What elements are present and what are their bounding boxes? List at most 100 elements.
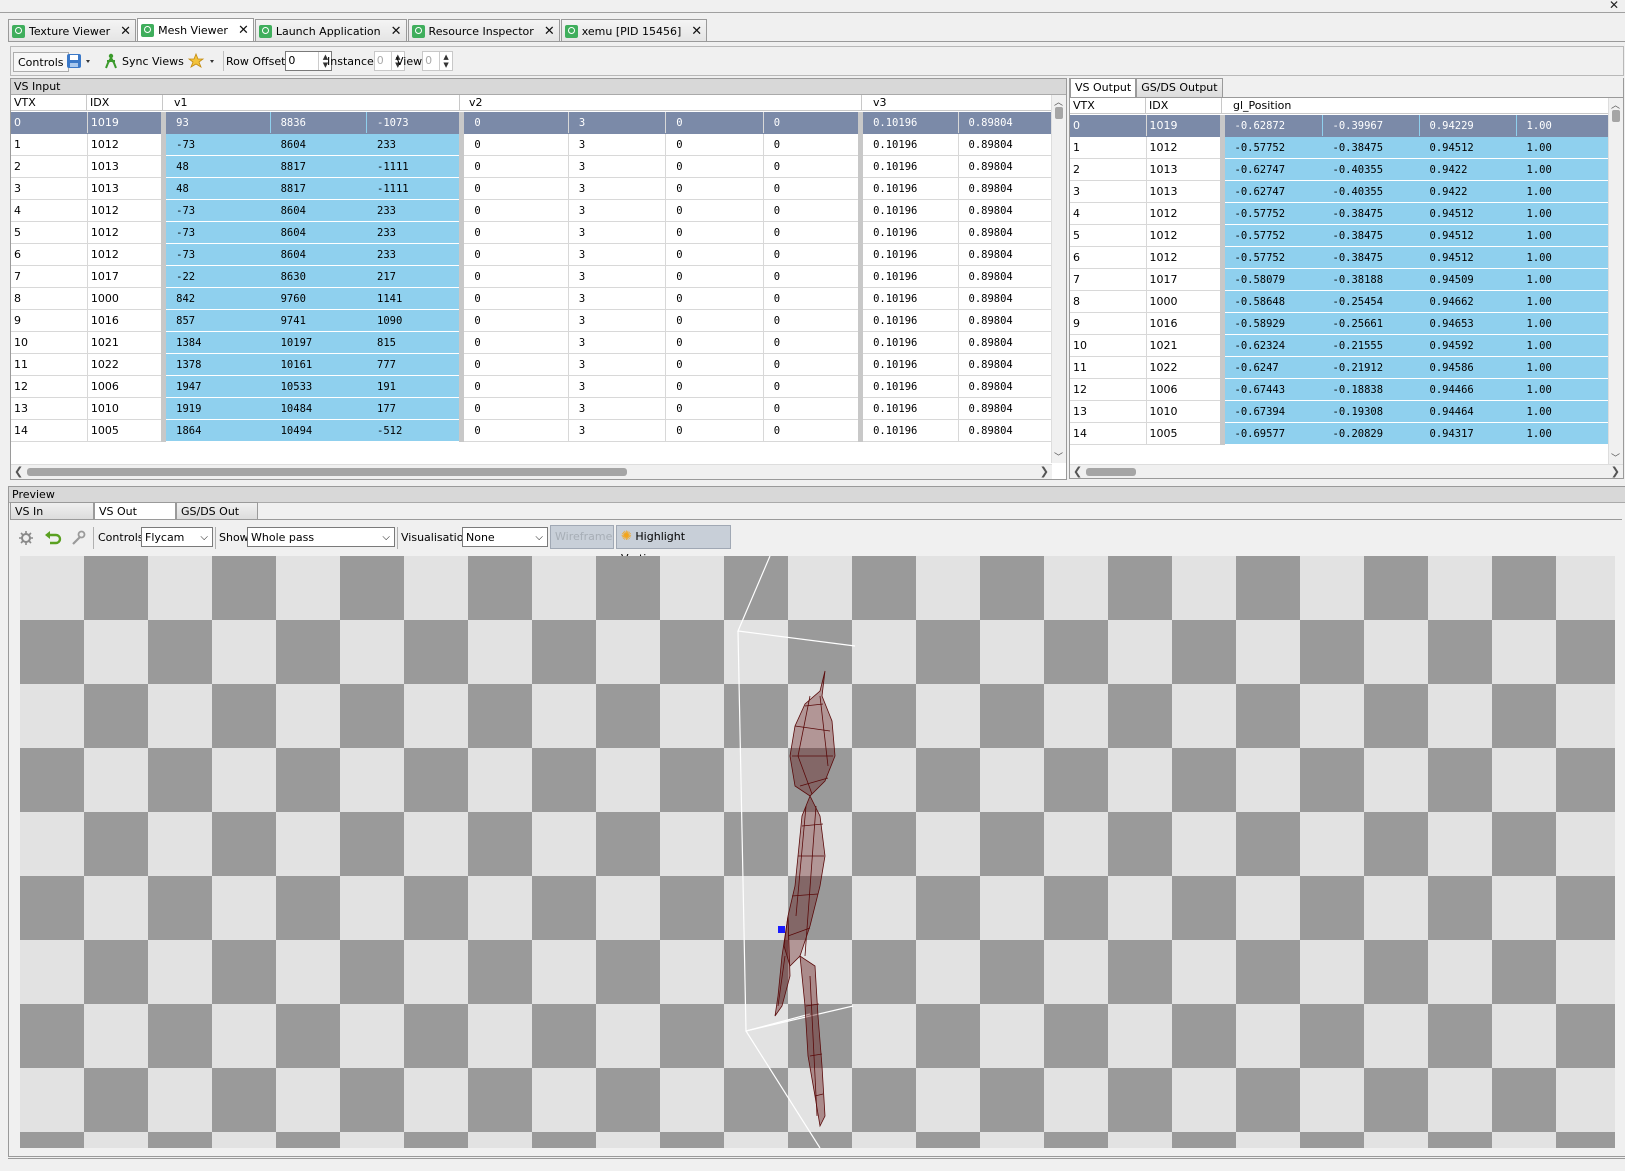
gl-position-cell: -0.62324 bbox=[1219, 334, 1323, 357]
table-row[interactable]: 6 1012 -0.57752 -0.38475 0.94512 1.00 bbox=[1070, 246, 1610, 269]
scrollbar-thumb[interactable] bbox=[1086, 468, 1136, 476]
column-header-v2[interactable]: v2 bbox=[460, 95, 862, 111]
tab-xemu-capture[interactable]: xemu [PID 15456] ✕ bbox=[560, 19, 708, 42]
idx-cell: 1022 bbox=[1146, 356, 1223, 379]
table-row[interactable]: 4 1012 -0.57752 -0.38475 0.94512 1.00 bbox=[1070, 202, 1610, 225]
column-header-idx[interactable]: IDX bbox=[87, 95, 163, 111]
fit-to-view-wrench-icon[interactable] bbox=[70, 530, 86, 546]
column-header-vtx[interactable]: VTX bbox=[11, 95, 87, 111]
tab-close-icon[interactable]: ✕ bbox=[238, 23, 249, 38]
table-row[interactable]: 11 1022 1378 10161 777 0 3 0 0 0.10196 0.89804 bbox=[11, 353, 1052, 376]
window-close-icon[interactable]: ✕ bbox=[1609, 0, 1619, 12]
camera-controls-dropdown[interactable]: Flycam ⌵ bbox=[141, 527, 213, 547]
table-row[interactable]: 8 1000 -0.58648 -0.25454 0.94662 1.00 bbox=[1070, 290, 1610, 313]
table-row[interactable]: 0 1019 93 8836 -1073 0 3 0 0 0.10196 0.89804 bbox=[11, 112, 1052, 134]
table-row[interactable]: 12 1006 1947 10533 191 0 3 0 0 0.10196 0.89804 bbox=[11, 375, 1052, 398]
highlight-vertices-toggle[interactable]: ✺ Highlight Vertices bbox=[616, 525, 731, 565]
v1-cell: -512 bbox=[366, 419, 463, 442]
table-row[interactable]: 2 1013 48 8817 -1111 0 3 0 0 0.10196 0.89804 bbox=[11, 155, 1052, 178]
spin-arrows-icon[interactable]: ▲ ▼ bbox=[439, 52, 452, 70]
vs-output-horizontal-scrollbar[interactable]: ❮ ❯ bbox=[1070, 464, 1623, 478]
table-row[interactable]: 12 1006 -0.67443 -0.18838 0.94466 1.00 bbox=[1070, 378, 1610, 401]
vtx-cell: 6 bbox=[11, 243, 88, 266]
tab-resource-inspector[interactable]: Resource Inspector ✕ bbox=[407, 19, 560, 42]
gl-position-cell: 1.00 bbox=[1516, 136, 1610, 159]
scroll-right-icon[interactable]: ❯ bbox=[1611, 465, 1620, 478]
table-row[interactable]: 10 1021 1384 10197 815 0 3 0 0 0.10196 0.89804 bbox=[11, 331, 1052, 354]
tab-close-icon[interactable]: ✕ bbox=[120, 24, 131, 39]
table-row[interactable]: 6 1012 -73 8604 233 0 3 0 0 0.10196 0.89804 bbox=[11, 243, 1052, 266]
vs-output-table[interactable]: 0 1019 -0.62872 -0.39967 0.94229 1.00 1 1012 -0.… bbox=[1070, 115, 1610, 445]
idx-cell: 1012 bbox=[87, 243, 165, 266]
tab-gs-ds-out[interactable]: GS/DS Out bbox=[176, 502, 258, 519]
scroll-down-icon[interactable]: ﹀ bbox=[1054, 450, 1063, 463]
table-row[interactable]: 10 1021 -0.62324 -0.21555 0.94592 1.00 bbox=[1070, 334, 1610, 357]
column-header-v3[interactable]: v3 bbox=[862, 95, 1052, 111]
v2-cell: 3 bbox=[568, 287, 667, 310]
mesh-preview-viewport[interactable] bbox=[20, 556, 1615, 1148]
tab-gs-ds-output[interactable]: GS/DS Output bbox=[1136, 78, 1223, 97]
scrollbar-thumb[interactable] bbox=[27, 468, 627, 476]
gl-position-cell: 1.00 bbox=[1516, 378, 1610, 401]
v2-cell: 0 bbox=[665, 353, 764, 376]
column-header-idx[interactable]: IDX bbox=[1146, 98, 1222, 114]
v3-cell: 0.89804 bbox=[958, 177, 1052, 200]
table-row[interactable]: 14 1005 1864 10494 -512 0 3 0 0 0.10196 0.89804 bbox=[11, 419, 1052, 442]
scroll-down-icon[interactable]: ﹀ bbox=[1611, 451, 1620, 464]
table-row[interactable]: 1 1012 -0.57752 -0.38475 0.94512 1.00 bbox=[1070, 136, 1610, 159]
vs-input-horizontal-scrollbar[interactable]: ❮ ❯ bbox=[11, 464, 1052, 479]
tab-vs-output[interactable]: VS Output bbox=[1070, 78, 1137, 97]
table-row[interactable]: 13 1010 -0.67394 -0.19308 0.94464 1.00 bbox=[1070, 400, 1610, 423]
scrollbar-thumb[interactable] bbox=[1612, 110, 1620, 122]
tab-close-icon[interactable]: ✕ bbox=[544, 24, 555, 39]
controls-button[interactable]: Controls bbox=[13, 52, 69, 72]
tab-launch-application[interactable]: Launch Application ✕ bbox=[254, 19, 407, 42]
vs-input-vertical-scrollbar[interactable]: ︿ ﹀ bbox=[1051, 95, 1066, 463]
table-row[interactable]: 3 1013 48 8817 -1111 0 3 0 0 0.10196 0.89804 bbox=[11, 177, 1052, 200]
row-offset-spinbox[interactable]: 0 ▲ ▼ bbox=[285, 51, 333, 71]
scrollbar-thumb[interactable] bbox=[1055, 107, 1063, 119]
table-row[interactable]: 7 1017 -22 8630 217 0 3 0 0 0.10196 0.89804 bbox=[11, 265, 1052, 288]
wireframe-toggle[interactable]: Wireframe bbox=[550, 525, 614, 549]
table-row[interactable]: 2 1013 -0.62747 -0.40355 0.9422 1.00 bbox=[1070, 158, 1610, 181]
table-row[interactable]: 1 1012 -73 8604 233 0 3 0 0 0.10196 0.89804 bbox=[11, 133, 1052, 156]
table-row[interactable]: 9 1016 857 9741 1090 0 3 0 0 0.10196 0.89804 bbox=[11, 309, 1052, 332]
column-header-vtx[interactable]: VTX bbox=[1070, 98, 1146, 114]
table-row[interactable]: 5 1012 -0.57752 -0.38475 0.94512 1.00 bbox=[1070, 224, 1610, 247]
column-options-dropdown[interactable] bbox=[187, 52, 221, 70]
table-row[interactable]: 8 1000 842 9760 1141 0 3 0 0 0.10196 0.89804 bbox=[11, 287, 1052, 310]
row-offset-value: 0 bbox=[288, 54, 296, 67]
scroll-left-icon[interactable]: ❮ bbox=[1073, 465, 1082, 478]
show-dropdown[interactable]: Whole pass ⌵ bbox=[247, 527, 395, 547]
table-row[interactable]: 0 1019 -0.62872 -0.39967 0.94229 1.00 bbox=[1070, 115, 1610, 137]
table-row[interactable]: 14 1005 -0.69577 -0.20829 0.94317 1.00 bbox=[1070, 422, 1610, 445]
tab-texture-viewer[interactable]: Texture Viewer ✕ bbox=[8, 19, 137, 42]
table-row[interactable]: 11 1022 -0.6247 -0.21912 0.94586 1.00 bbox=[1070, 356, 1610, 379]
table-row[interactable]: 5 1012 -73 8604 233 0 3 0 0 0.10196 0.89804 bbox=[11, 221, 1052, 244]
scroll-left-icon[interactable]: ❮ bbox=[14, 465, 23, 478]
settings-gear-icon[interactable] bbox=[18, 530, 34, 546]
tab-vs-out[interactable]: VS Out bbox=[94, 502, 176, 519]
reset-camera-icon[interactable] bbox=[44, 529, 62, 547]
sync-views-button[interactable]: Sync Views bbox=[103, 52, 184, 70]
v3-cell: 0.10196 bbox=[858, 419, 959, 442]
view-spinbox[interactable]: 0 ▲ ▼ bbox=[422, 51, 454, 71]
vs-output-vertical-scrollbar[interactable]: ︿ ﹀ bbox=[1608, 98, 1623, 464]
table-row[interactable]: 7 1017 -0.58079 -0.38188 0.94509 1.00 bbox=[1070, 268, 1610, 291]
save-data-dropdown[interactable] bbox=[65, 52, 95, 70]
table-row[interactable]: 4 1012 -73 8604 233 0 3 0 0 0.10196 0.89804 bbox=[11, 199, 1052, 222]
column-header-v1[interactable]: v1 bbox=[163, 95, 460, 111]
v3-cell: 0.89804 bbox=[958, 265, 1052, 288]
tab-close-icon[interactable]: ✕ bbox=[691, 24, 702, 39]
visualisation-dropdown[interactable]: None ⌵ bbox=[462, 527, 548, 547]
column-header-gl-position[interactable]: gl_Position bbox=[1222, 98, 1609, 114]
table-row[interactable]: 13 1010 1919 10484 177 0 3 0 0 0.10196 0.89804 bbox=[11, 397, 1052, 420]
table-row[interactable]: 3 1013 -0.62747 -0.40355 0.9422 1.00 bbox=[1070, 180, 1610, 203]
vs-input-table[interactable]: 0 1019 93 8836 -1073 0 3 0 0 0.10196 0.89804 1 1012-… bbox=[11, 112, 1052, 442]
scroll-right-icon[interactable]: ❯ bbox=[1040, 465, 1049, 478]
tab-vs-in[interactable]: VS In bbox=[10, 502, 94, 519]
tab-mesh-viewer[interactable]: Mesh Viewer ✕ bbox=[137, 18, 254, 42]
v3-cell: 0.10196 bbox=[858, 112, 959, 134]
tab-close-icon[interactable]: ✕ bbox=[391, 24, 402, 39]
table-row[interactable]: 9 1016 -0.58929 -0.25661 0.94653 1.00 bbox=[1070, 312, 1610, 335]
